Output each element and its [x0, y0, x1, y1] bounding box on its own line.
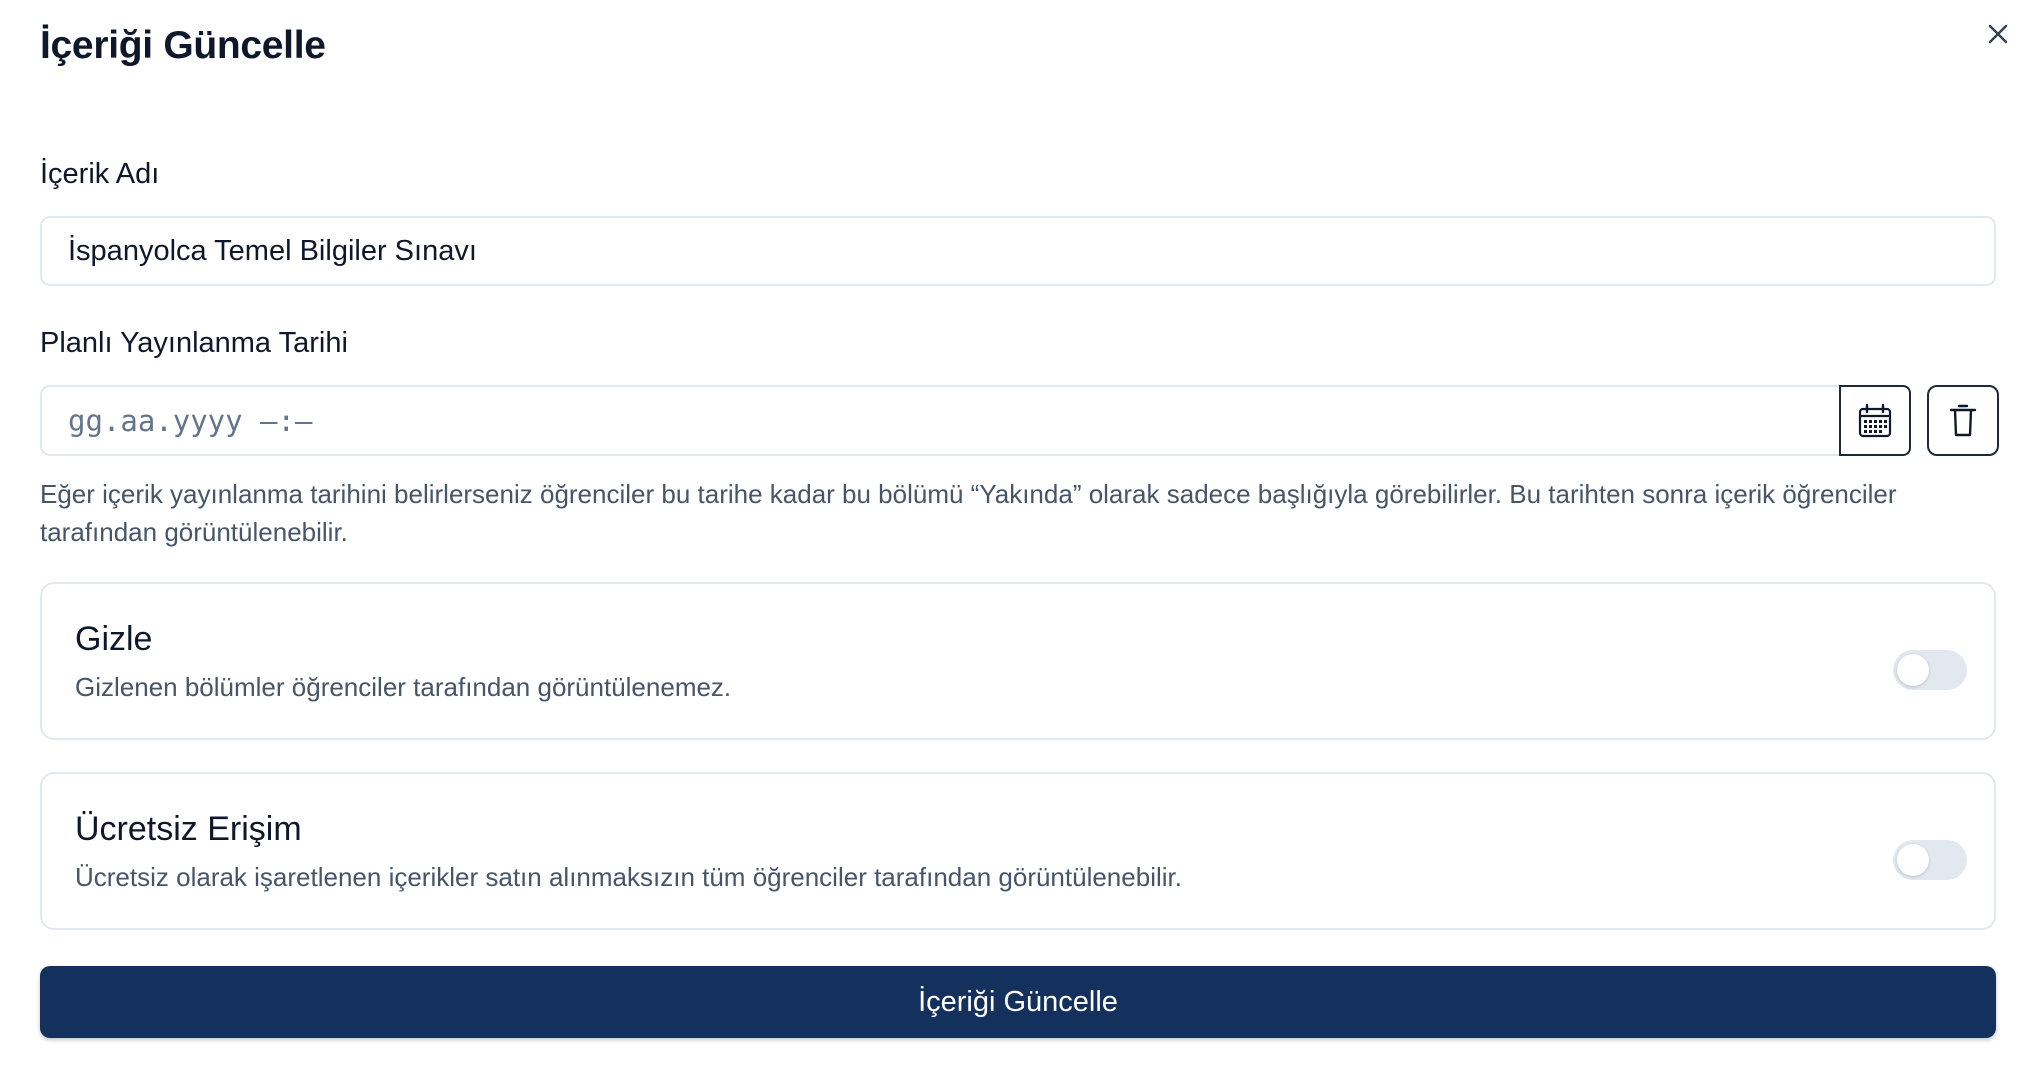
close-button[interactable] [1978, 14, 2018, 54]
free-access-toggle[interactable] [1893, 840, 1967, 880]
publish-date-placeholder: gg.aa.yyyy —:— [68, 403, 313, 438]
calendar-icon [1858, 403, 1892, 437]
clear-date-button[interactable] [1927, 385, 1999, 456]
free-access-toggle-knob [1897, 844, 1929, 876]
hide-toggle[interactable] [1893, 650, 1967, 690]
free-access-description: Ücretsiz olarak işaretlenen içerikler sa… [75, 862, 1182, 892]
hide-option-description: Gizlenen bölümler öğrenciler tarafından … [75, 672, 732, 702]
hide-option-title: Gizle [75, 620, 153, 658]
free-access-title: Ücretsiz Erişim [75, 810, 302, 848]
publish-date-help-text: Eğer içerik yayınlanma tarihini belirler… [40, 479, 1897, 547]
trash-icon [1949, 404, 1977, 436]
close-icon [1988, 24, 2008, 44]
hide-toggle-knob [1897, 654, 1929, 686]
free-access-option-card: Ücretsiz Erişim Ücretsiz olarak işaretle… [40, 772, 1996, 930]
content-name-input[interactable] [40, 216, 1996, 286]
publish-date-input[interactable]: gg.aa.yyyy —:— [40, 385, 1840, 456]
content-name-label: İçerik Adı [40, 158, 160, 190]
update-content-button[interactable]: İçeriği Güncelle [40, 966, 1996, 1038]
calendar-button[interactable] [1839, 385, 1911, 456]
publish-date-label: Planlı Yayınlanma Tarihi [40, 327, 348, 359]
hide-option-card: Gizle Gizlenen bölümler öğrenciler taraf… [40, 582, 1996, 740]
update-content-dialog: İçeriği Güncelle İçerik Adı Planlı Yayın… [0, 0, 2026, 1070]
dialog-title: İçeriği Güncelle [40, 24, 326, 67]
